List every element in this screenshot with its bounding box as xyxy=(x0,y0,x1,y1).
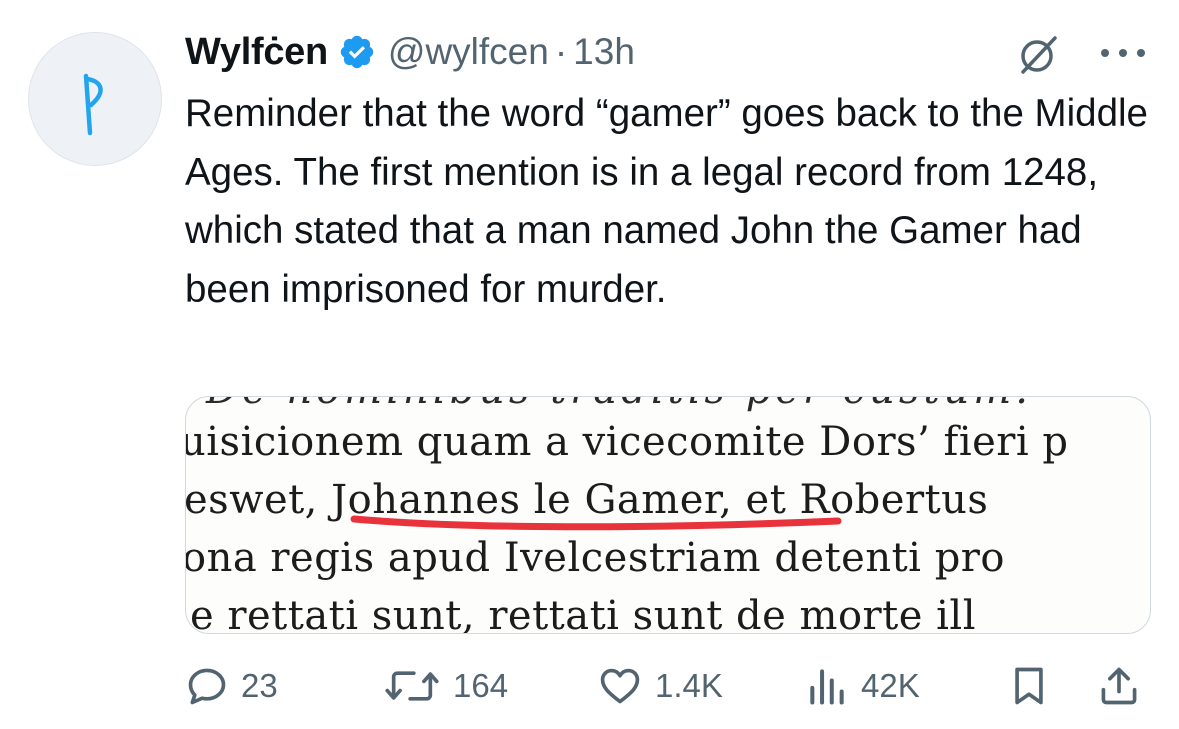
red-underline-annotation xyxy=(350,515,842,531)
like-button[interactable]: 1.4K xyxy=(597,658,723,714)
tweet-header: Wylfċen @wylfcen · 13h xyxy=(185,24,1145,80)
bookmark-button[interactable] xyxy=(1007,658,1051,714)
author-handle[interactable]: @wylfcen xyxy=(388,31,549,73)
repost-icon xyxy=(385,671,439,701)
separator-dot: · xyxy=(554,31,568,72)
grok-icon[interactable] xyxy=(1017,32,1061,76)
scan-line-2: uisicionem quam a vicecomite Dors’ fieri… xyxy=(185,419,1069,465)
tweet-image[interactable]: De nominibus traditis per custum. uisici… xyxy=(185,396,1151,634)
views-icon xyxy=(810,669,844,705)
reply-icon xyxy=(188,668,226,705)
scan-line-4: ona regis apud Ivelcestriam detenti pro xyxy=(185,535,1005,581)
verified-badge-icon xyxy=(340,35,374,69)
share-button[interactable] xyxy=(1097,658,1141,714)
share-icon xyxy=(1101,667,1137,705)
repost-button[interactable]: 164 xyxy=(383,658,508,714)
avatar-rune-icon xyxy=(83,73,103,136)
tweet-text: Reminder that the word “gamer” goes back… xyxy=(185,92,1148,311)
view-count: 42K xyxy=(861,667,920,704)
like-count: 1.4K xyxy=(655,667,723,704)
reply-button[interactable]: 23 xyxy=(185,658,278,714)
avatar[interactable] xyxy=(28,32,162,166)
more-icon[interactable] xyxy=(1098,46,1148,60)
repost-count: 164 xyxy=(453,667,509,704)
bookmark-icon xyxy=(1015,667,1043,705)
author-name[interactable]: Wylfċen xyxy=(185,31,328,74)
timestamp[interactable]: 13h xyxy=(573,31,635,73)
like-icon xyxy=(600,668,640,704)
reply-count: 23 xyxy=(241,667,278,704)
tweet-actions: 23 164 1.4K 42K xyxy=(185,658,1145,714)
scan-line-1: De nominibus traditis per custum. xyxy=(206,397,1032,413)
views-button[interactable]: 42K xyxy=(805,658,920,714)
scan-line-5: e rettati sunt, rettati sunt de morte il… xyxy=(190,593,976,634)
